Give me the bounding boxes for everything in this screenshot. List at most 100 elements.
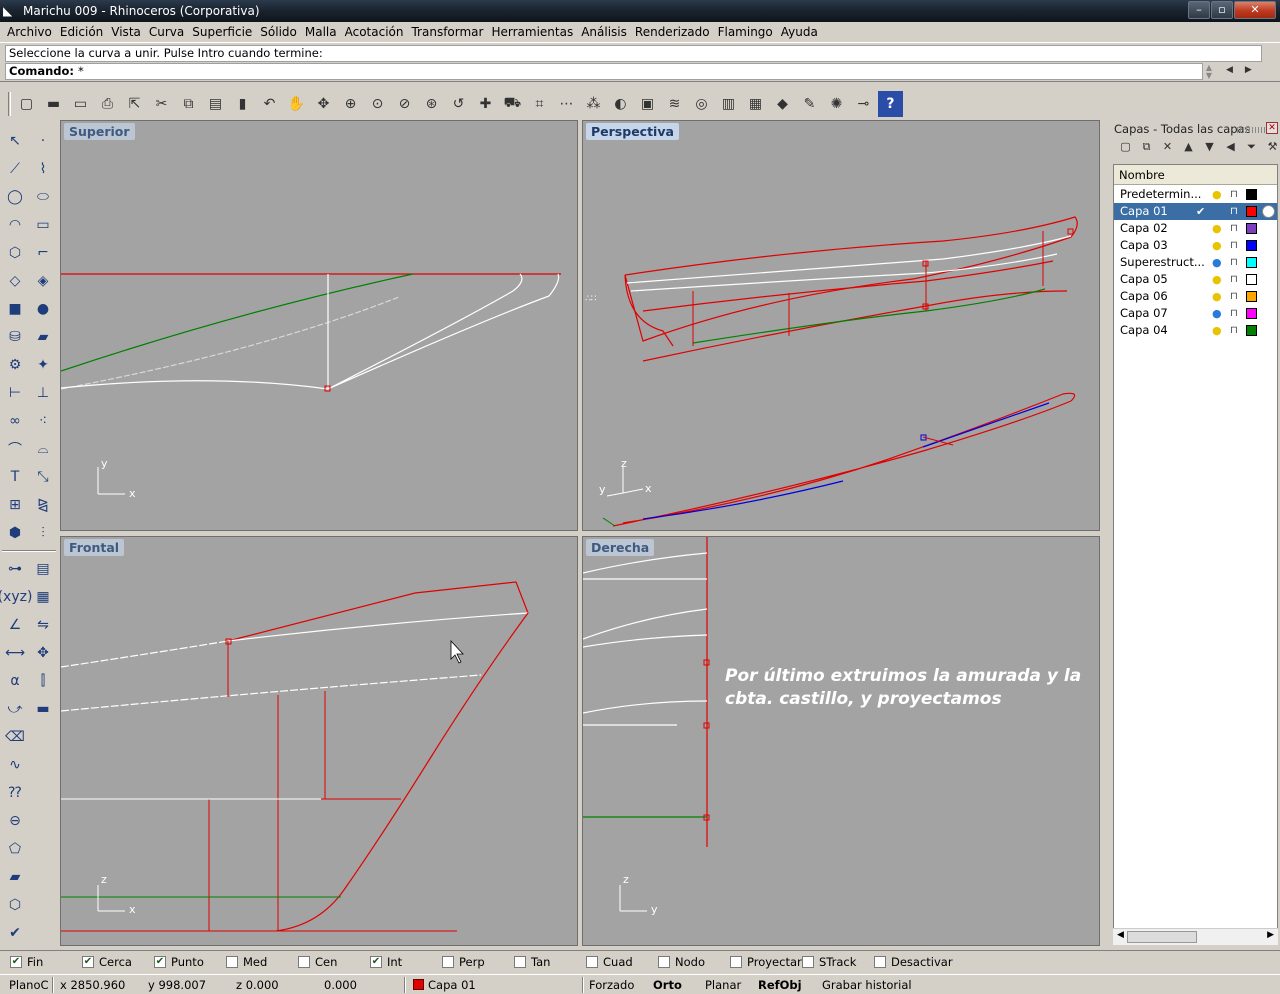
trim-icon[interactable]: ⊢ — [2, 380, 28, 406]
dimension-icon[interactable]: ⫶ — [30, 520, 56, 546]
boolean-icon[interactable]: ● — [30, 296, 56, 322]
viewport-right[interactable]: Derecha Por último extruimos la amurada … — [582, 536, 1100, 946]
measure-icon[interactable]: ⊶ — [2, 556, 28, 582]
forzado-toggle[interactable]: Forzado — [589, 978, 634, 992]
curve-cv-icon[interactable]: ⌇ — [30, 156, 56, 182]
visibility-bulb-icon[interactable]: ● — [1212, 186, 1222, 203]
text-icon[interactable]: T — [2, 464, 28, 490]
osnap-checkbox[interactable] — [298, 956, 310, 968]
osnap-strack[interactable]: STrack — [802, 955, 856, 969]
layer-color-swatch[interactable] — [1246, 257, 1257, 268]
circle-icon[interactable]: ◯ — [2, 184, 28, 210]
angle-icon[interactable]: ∠ — [2, 612, 28, 638]
draft-angle-icon[interactable]: ⬡ — [2, 892, 28, 918]
group-icon[interactable]: ⁖ — [30, 408, 56, 434]
flip-icon[interactable]: ⇋ — [30, 612, 56, 638]
menu-acotacion[interactable]: Acotación — [341, 25, 408, 39]
solid-tools-icon[interactable]: ⬢ — [2, 520, 28, 546]
refobj-toggle[interactable]: RefObj — [758, 978, 802, 992]
osnap-checkbox[interactable] — [442, 956, 454, 968]
current-layer[interactable]: Capa 01 — [413, 978, 476, 992]
lock-icon[interactable]: ⊓ — [1230, 271, 1238, 288]
osnap-checkbox[interactable]: ✔ — [154, 956, 166, 968]
menu-curva[interactable]: Curva — [145, 25, 188, 39]
zebra-icon[interactable]: ▰ — [2, 864, 28, 890]
copy-icon[interactable]: ⧉ — [176, 91, 201, 117]
car-icon[interactable]: ⛟ — [500, 91, 525, 117]
layer-color-swatch[interactable] — [1246, 189, 1257, 200]
viewport-title[interactable]: Perspectiva — [586, 123, 679, 140]
osnap-cerca[interactable]: ✔ Cerca — [82, 955, 132, 969]
help-icon[interactable]: ? — [877, 91, 903, 117]
fillet-icon[interactable]: ⌐ — [30, 240, 56, 266]
layer-row[interactable]: Capa 05 ● ⊓ — [1114, 271, 1277, 288]
viewport-title[interactable]: Superior — [64, 123, 135, 140]
viewport-title[interactable]: Frontal — [64, 539, 125, 556]
visibility-bulb-icon[interactable]: ● — [1212, 271, 1222, 288]
set-cplane-icon[interactable]: ✚ — [473, 91, 498, 117]
menu-solido[interactable]: Sólido — [256, 25, 301, 39]
layer-name[interactable]: Capa 02 — [1120, 220, 1206, 237]
column-header-name[interactable]: Nombre — [1114, 165, 1277, 185]
lock-icon[interactable]: ⊓ — [1230, 322, 1238, 339]
layer-name[interactable]: Capa 07 — [1120, 305, 1206, 322]
osnap-checkbox[interactable] — [802, 956, 814, 968]
command-spin-icon[interactable]: ▲ ▼ — [1202, 64, 1216, 80]
move-icon[interactable]: ✥ — [30, 640, 56, 666]
lights-icon[interactable]: ✺ — [824, 91, 849, 117]
paste-icon[interactable]: ▤ — [203, 91, 228, 117]
clipboard-icon[interactable]: ▮ — [230, 91, 255, 117]
split-icon[interactable]: ⊥ — [30, 380, 56, 406]
cut-icon[interactable]: ✂ — [149, 91, 174, 117]
lock-icon[interactable]: ⊓ — [1230, 220, 1238, 237]
osnap-checkbox[interactable]: ✔ — [82, 956, 94, 968]
layer-row[interactable]: Capa 02 ● ⊓ — [1114, 220, 1277, 237]
visibility-bulb-icon[interactable]: ● — [1212, 237, 1222, 254]
delete-layer-icon[interactable]: ✕ — [1157, 140, 1178, 158]
viewport-top[interactable]: Superior y x — [60, 120, 578, 531]
render-icon[interactable]: ▣ — [635, 91, 660, 117]
area-icon[interactable]: ⬠ — [2, 836, 28, 862]
menu-vista[interactable]: Vista — [107, 25, 145, 39]
visibility-bulb-icon[interactable]: ● — [1212, 305, 1222, 322]
panel-icon[interactable]: ▤ — [30, 556, 56, 582]
osnap-checkbox[interactable] — [730, 956, 742, 968]
lock-icon[interactable]: ⊓ — [1230, 305, 1238, 322]
section-icon[interactable]: ⊖ — [2, 808, 28, 834]
osnap-nodo[interactable]: Nodo — [658, 955, 705, 969]
offset-icon[interactable]: ⌓ — [30, 436, 56, 462]
lock-icon[interactable]: ⊓ — [1230, 237, 1238, 254]
maximize-button[interactable]: ▫ — [1211, 1, 1233, 19]
layer-color-swatch[interactable] — [1246, 223, 1257, 234]
toolbar-grip[interactable] — [8, 92, 11, 116]
viewport-perspective[interactable]: ∴∷ Perspectiva z y x — [582, 120, 1100, 531]
menu-ayuda[interactable]: Ayuda — [777, 25, 822, 39]
curvature-icon[interactable]: ⤻ — [2, 696, 28, 722]
visibility-bulb-icon[interactable]: ● — [1212, 322, 1222, 339]
osnap-tan[interactable]: Tan — [514, 955, 550, 969]
distance-icon[interactable]: ⟷ — [2, 640, 28, 666]
angle-alpha-icon[interactable]: α — [2, 668, 28, 694]
menu-archivo[interactable]: Archivo — [3, 25, 56, 39]
layer-name[interactable]: Capa 06 — [1120, 288, 1206, 305]
point-cloud-icon[interactable]: ⁂ — [581, 91, 606, 117]
layer-name[interactable]: Capa 04 — [1120, 322, 1206, 339]
visibility-bulb-icon[interactable]: ● — [1212, 288, 1222, 305]
material-icon[interactable]: ◆ — [770, 91, 795, 117]
zoom-selected-icon[interactable]: ⊛ — [419, 91, 444, 117]
osnap-checkbox[interactable]: ✔ — [10, 956, 22, 968]
viewport-front[interactable]: Frontal z x — [60, 536, 578, 946]
print-icon[interactable]: ⎙ — [95, 91, 120, 117]
minimize-button[interactable]: – — [1188, 1, 1210, 19]
command-prompt[interactable]: Comando: * — [5, 63, 1203, 80]
visibility-bulb-icon[interactable]: ● — [1212, 254, 1222, 271]
visibility-bulb-icon[interactable]: ● — [1212, 220, 1222, 237]
layer-name[interactable]: Superestruct... — [1120, 254, 1206, 271]
menu-malla[interactable]: Malla — [301, 25, 341, 39]
layers-icon[interactable]: ≋ — [662, 91, 687, 117]
osnap-int[interactable]: ✔ Int — [370, 955, 402, 969]
new-layer-icon[interactable]: ▢ — [1115, 140, 1136, 158]
save-icon[interactable]: ▭ — [68, 91, 93, 117]
move-down-icon[interactable]: ▼ — [1199, 140, 1220, 158]
osnap-checkbox[interactable] — [226, 956, 238, 968]
